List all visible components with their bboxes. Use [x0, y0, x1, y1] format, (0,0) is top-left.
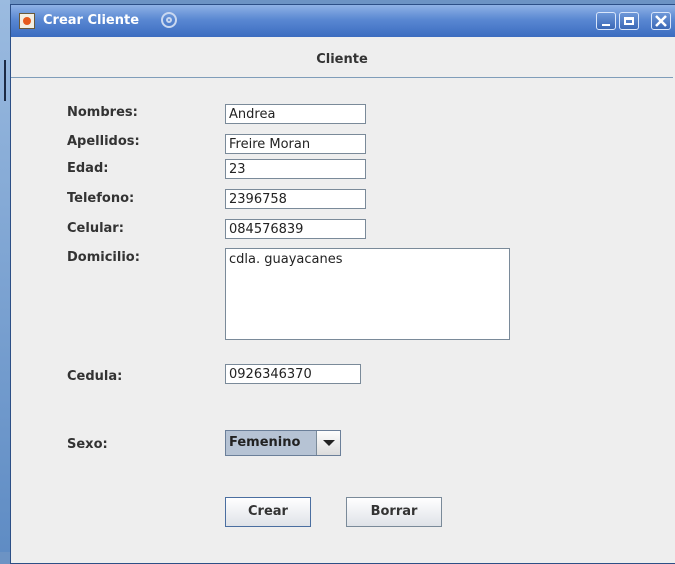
- window-title: Crear Cliente: [43, 13, 140, 28]
- header-divider: [11, 77, 673, 78]
- close-icon: [655, 15, 667, 27]
- telefono-label: Telefono:: [67, 191, 135, 206]
- crear-cliente-window: Crear Cliente Cliente Nombres: Andrea Ap…: [10, 4, 675, 564]
- celular-label: Celular:: [67, 221, 124, 236]
- sexo-label: Sexo:: [67, 437, 108, 452]
- spiral-icon: [161, 12, 177, 28]
- close-button[interactable]: [651, 12, 671, 30]
- apellidos-field[interactable]: Freire Moran: [225, 134, 366, 154]
- chevron-down-icon[interactable]: [316, 431, 340, 455]
- maximize-button[interactable]: [619, 12, 639, 30]
- title-bar[interactable]: Crear Cliente: [11, 5, 675, 37]
- cedula-field[interactable]: 0926346370: [225, 364, 361, 384]
- apellidos-label: Apellidos:: [67, 134, 140, 149]
- domicilio-textarea[interactable]: cdla. guayacanes: [225, 248, 510, 340]
- sexo-combobox[interactable]: Femenino: [225, 430, 341, 456]
- sexo-selected-value: Femenino: [229, 435, 301, 450]
- celular-field[interactable]: 084576839: [225, 219, 366, 239]
- domicilio-label: Domicilio:: [67, 250, 140, 265]
- desktop-background: [0, 0, 10, 552]
- edad-field[interactable]: 23: [225, 159, 366, 179]
- nombres-field[interactable]: Andrea: [225, 104, 366, 124]
- crear-button[interactable]: Crear: [225, 497, 311, 527]
- form-header: Cliente: [316, 52, 368, 67]
- borrar-button[interactable]: Borrar: [346, 497, 442, 527]
- telefono-field[interactable]: 2396758: [225, 189, 366, 209]
- edad-label: Edad:: [67, 161, 109, 176]
- desktop-marker: [4, 75, 6, 101]
- cedula-label: Cedula:: [67, 369, 123, 384]
- nombres-label: Nombres:: [67, 105, 138, 120]
- java-app-icon[interactable]: [19, 13, 35, 29]
- minimize-button[interactable]: [596, 12, 616, 30]
